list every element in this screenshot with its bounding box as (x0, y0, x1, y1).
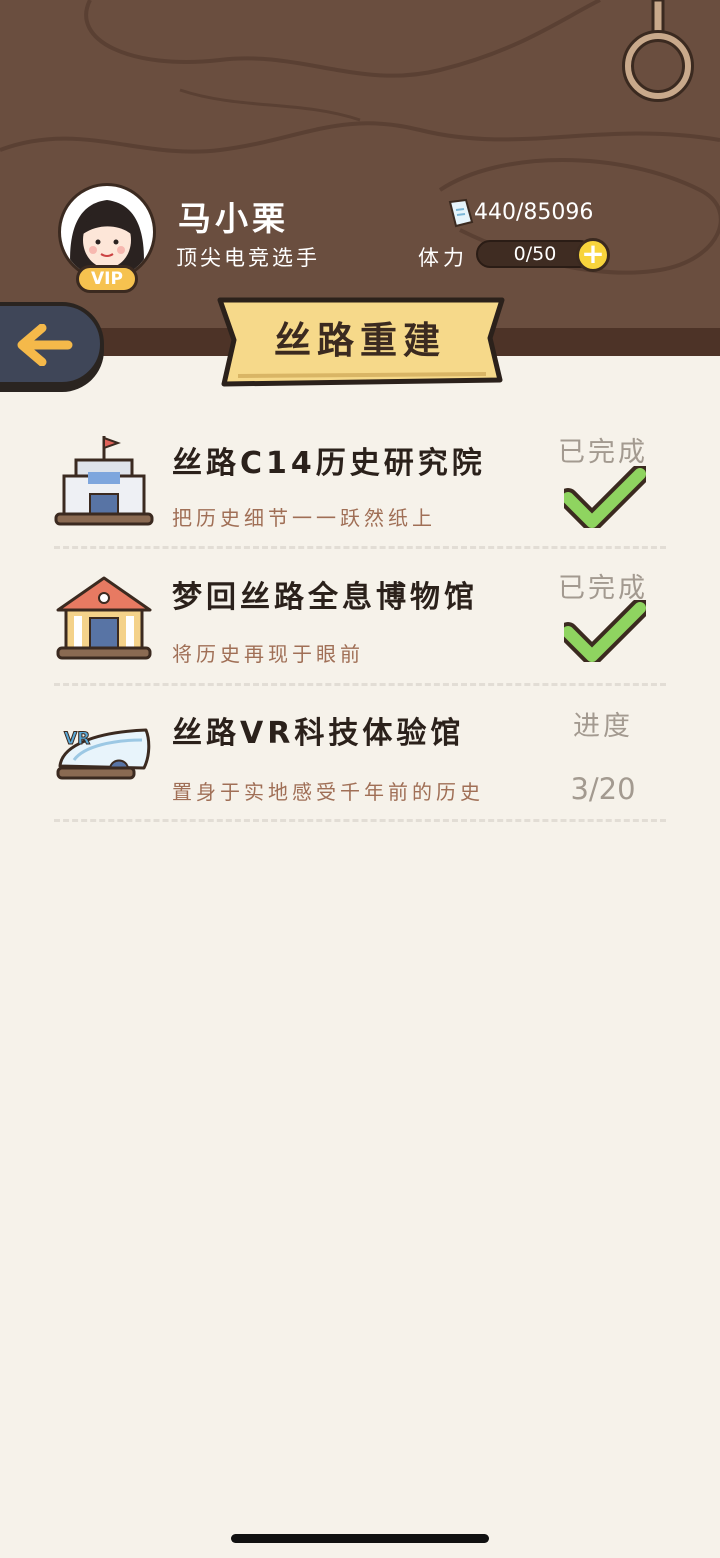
plus-icon: + (581, 237, 605, 270)
item-name: 丝路C14历史研究院 (172, 446, 486, 481)
ring-hook-icon (622, 0, 694, 102)
item-desc: 把历史细节一一跃然纸上 (172, 506, 436, 530)
item-desc: 将历史再现于眼前 (172, 642, 364, 666)
museum-icon (56, 576, 152, 660)
item-desc: 置身于实地感受千年前的历史 (172, 780, 484, 804)
vr-hall-icon: VR (56, 728, 151, 780)
receipt-icon (448, 198, 474, 228)
home-indicator[interactable] (231, 1534, 489, 1543)
progress-label: 进度 (573, 711, 633, 742)
user-title: 顶尖电竞选手 (176, 246, 320, 270)
progress-value: 3/20 (570, 772, 636, 806)
check-icon (564, 466, 646, 528)
research-institute-icon (54, 436, 154, 526)
status-text: 已完成 (558, 437, 648, 468)
add-stamina-button[interactable]: + (576, 238, 610, 272)
banner-title: 丝路重建 (274, 319, 446, 362)
divider (54, 819, 666, 822)
item-name: 丝路VR科技体验馆 (172, 716, 465, 751)
list-item[interactable]: 梦回丝路全息博物馆 将历史再现于眼前 已完成 (0, 548, 720, 684)
vr-label: VR (64, 729, 90, 749)
list-item[interactable]: VR 丝路VR科技体验馆 置身于实地感受千年前的历史 进度 3/20 (0, 686, 720, 822)
username: 马小栗 (178, 199, 289, 238)
stamina-label: 体力 (418, 246, 468, 270)
coin-count: 440/85096 (474, 200, 594, 225)
item-name: 梦回丝路全息博物馆 (172, 580, 478, 615)
check-icon (564, 600, 646, 662)
list-item[interactable]: 丝路C14历史研究院 把历史细节一一跃然纸上 已完成 (0, 412, 720, 548)
back-button[interactable] (0, 302, 104, 386)
vip-badge: VIP (76, 265, 138, 293)
arrow-left-icon (17, 324, 73, 366)
